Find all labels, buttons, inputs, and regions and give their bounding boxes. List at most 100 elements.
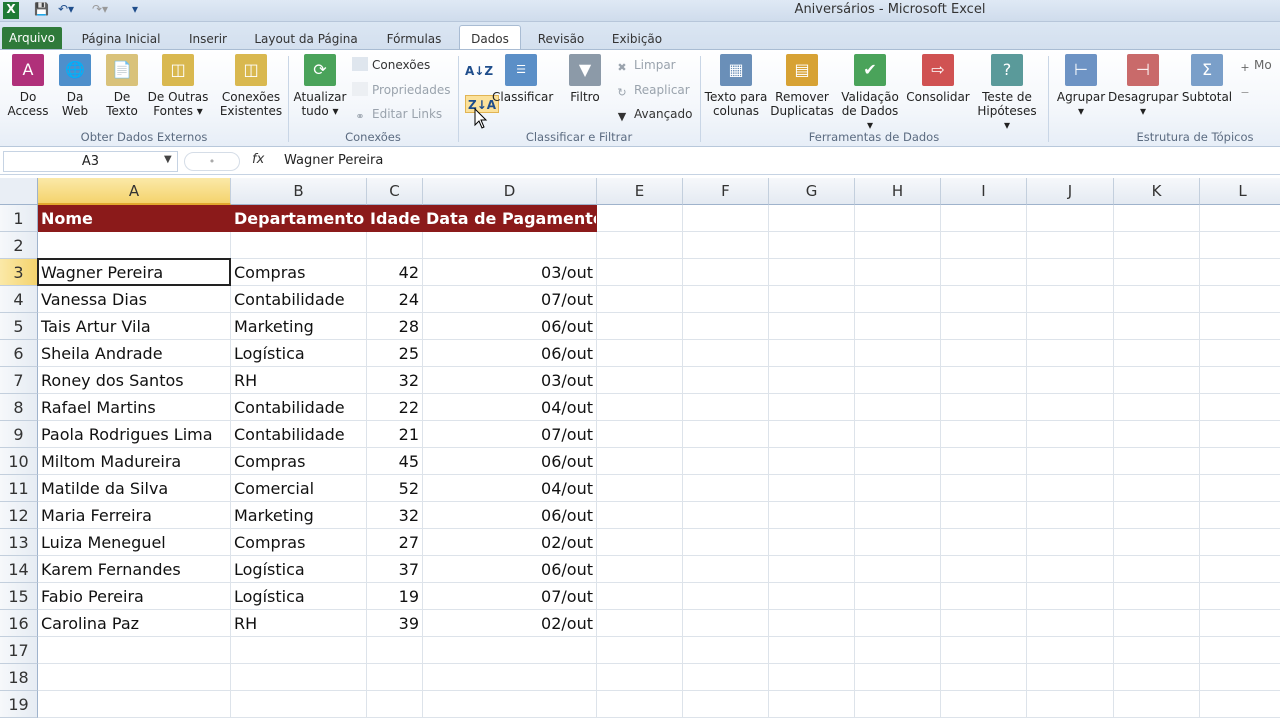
cell-e16[interactable] xyxy=(597,610,683,637)
tab-pagina-inicial[interactable]: Página Inicial xyxy=(76,28,166,50)
row-header-10[interactable]: 10 xyxy=(0,448,38,475)
cell-c19[interactable] xyxy=(367,691,423,718)
cell-i1[interactable] xyxy=(941,205,1027,232)
cell-h10[interactable] xyxy=(855,448,941,475)
cell-g7[interactable] xyxy=(769,367,855,394)
cell-g12[interactable] xyxy=(769,502,855,529)
tab-formulas[interactable]: Fórmulas xyxy=(378,28,450,50)
cell-a17[interactable] xyxy=(38,637,231,664)
cell-d11[interactable]: 04/out xyxy=(423,475,597,502)
subtotal-button[interactable]: Σ Subtotal xyxy=(1178,54,1236,104)
cell-c2[interactable] xyxy=(367,232,423,259)
cell-i9[interactable] xyxy=(941,421,1027,448)
cell-f15[interactable] xyxy=(683,583,769,610)
cell-j7[interactable] xyxy=(1027,367,1114,394)
row-header-7[interactable]: 7 xyxy=(0,367,38,394)
cell-f9[interactable] xyxy=(683,421,769,448)
cell-b5[interactable]: Marketing xyxy=(231,313,367,340)
cell-a19[interactable] xyxy=(38,691,231,718)
cell-e6[interactable] xyxy=(597,340,683,367)
row-header-18[interactable]: 18 xyxy=(0,664,38,691)
cell-g1[interactable] xyxy=(769,205,855,232)
cell-b6[interactable]: Logística xyxy=(231,340,367,367)
cell-k6[interactable] xyxy=(1114,340,1200,367)
cell-a16[interactable]: Carolina Paz xyxy=(38,610,231,637)
cell-i18[interactable] xyxy=(941,664,1027,691)
cell-d16[interactable]: 02/out xyxy=(423,610,597,637)
cell-j18[interactable] xyxy=(1027,664,1114,691)
cell-k11[interactable] xyxy=(1114,475,1200,502)
column-header-l[interactable]: L xyxy=(1200,178,1280,205)
cell-a4[interactable]: Vanessa Dias xyxy=(38,286,231,313)
reaplicar-button[interactable]: ↻ Reaplicar xyxy=(614,81,689,99)
cell-a12[interactable]: Maria Ferreira xyxy=(38,502,231,529)
cell-b14[interactable]: Logística xyxy=(231,556,367,583)
editar-links-button[interactable]: ⚭ Editar Links xyxy=(352,105,442,123)
cell-d12[interactable]: 06/out xyxy=(423,502,597,529)
cell-f19[interactable] xyxy=(683,691,769,718)
agrupar-button[interactable]: ⊢ Agrupar ▾ xyxy=(1054,54,1108,118)
cell-e4[interactable] xyxy=(597,286,683,313)
cell-e3[interactable] xyxy=(597,259,683,286)
cell-j1[interactable] xyxy=(1027,205,1114,232)
cell-a1[interactable]: Nome xyxy=(38,205,231,232)
tab-layout-pagina[interactable]: Layout da Página xyxy=(250,28,362,50)
cell-l12[interactable] xyxy=(1200,502,1280,529)
row-header-16[interactable]: 16 xyxy=(0,610,38,637)
consolidar-button[interactable]: ⇨ Consolidar xyxy=(906,54,970,104)
cell-j11[interactable] xyxy=(1027,475,1114,502)
cell-i15[interactable] xyxy=(941,583,1027,610)
tab-arquivo[interactable]: Arquivo xyxy=(2,27,62,49)
row-header-8[interactable]: 8 xyxy=(0,394,38,421)
cell-l2[interactable] xyxy=(1200,232,1280,259)
cell-k1[interactable] xyxy=(1114,205,1200,232)
cell-d15[interactable]: 07/out xyxy=(423,583,597,610)
cell-a15[interactable]: Fabio Pereira xyxy=(38,583,231,610)
cell-h19[interactable] xyxy=(855,691,941,718)
cell-i10[interactable] xyxy=(941,448,1027,475)
row-header-1[interactable]: 1 xyxy=(0,205,38,232)
cell-e15[interactable] xyxy=(597,583,683,610)
cell-d6[interactable]: 06/out xyxy=(423,340,597,367)
cell-d10[interactable]: 06/out xyxy=(423,448,597,475)
row-header-11[interactable]: 11 xyxy=(0,475,38,502)
row-header-15[interactable]: 15 xyxy=(0,583,38,610)
limpar-button[interactable]: ✖ Limpar xyxy=(614,56,675,74)
cell-l9[interactable] xyxy=(1200,421,1280,448)
cell-h1[interactable] xyxy=(855,205,941,232)
cell-b18[interactable] xyxy=(231,664,367,691)
cell-d17[interactable] xyxy=(423,637,597,664)
cell-f17[interactable] xyxy=(683,637,769,664)
tab-revisao[interactable]: Revisão xyxy=(530,28,592,50)
cell-j9[interactable] xyxy=(1027,421,1114,448)
cell-j3[interactable] xyxy=(1027,259,1114,286)
cell-e8[interactable] xyxy=(597,394,683,421)
column-header-g[interactable]: G xyxy=(769,178,855,205)
cell-g11[interactable] xyxy=(769,475,855,502)
cell-j14[interactable] xyxy=(1027,556,1114,583)
desagrupar-button[interactable]: ⊣ Desagrupar ▾ xyxy=(1108,54,1178,118)
teste-hipoteses-button[interactable]: ? Teste de Hipóteses ▾ xyxy=(974,54,1040,132)
cell-j5[interactable] xyxy=(1027,313,1114,340)
cell-c10[interactable]: 45 xyxy=(367,448,423,475)
formula-bar-splitter[interactable]: • xyxy=(184,152,240,171)
cell-a5[interactable]: Tais Artur Vila xyxy=(38,313,231,340)
row-header-4[interactable]: 4 xyxy=(0,286,38,313)
cell-c18[interactable] xyxy=(367,664,423,691)
cell-i16[interactable] xyxy=(941,610,1027,637)
cell-b10[interactable]: Compras xyxy=(231,448,367,475)
cell-l16[interactable] xyxy=(1200,610,1280,637)
cell-c6[interactable]: 25 xyxy=(367,340,423,367)
cell-c5[interactable]: 28 xyxy=(367,313,423,340)
insert-function-icon[interactable]: fx xyxy=(252,152,264,167)
cell-a8[interactable]: Rafael Martins xyxy=(38,394,231,421)
name-box[interactable]: A3 xyxy=(3,151,178,172)
cell-d4[interactable]: 07/out xyxy=(423,286,597,313)
cell-f16[interactable] xyxy=(683,610,769,637)
cell-h12[interactable] xyxy=(855,502,941,529)
cell-h2[interactable] xyxy=(855,232,941,259)
cell-j12[interactable] xyxy=(1027,502,1114,529)
row-header-6[interactable]: 6 xyxy=(0,340,38,367)
cell-i4[interactable] xyxy=(941,286,1027,313)
cell-e7[interactable] xyxy=(597,367,683,394)
